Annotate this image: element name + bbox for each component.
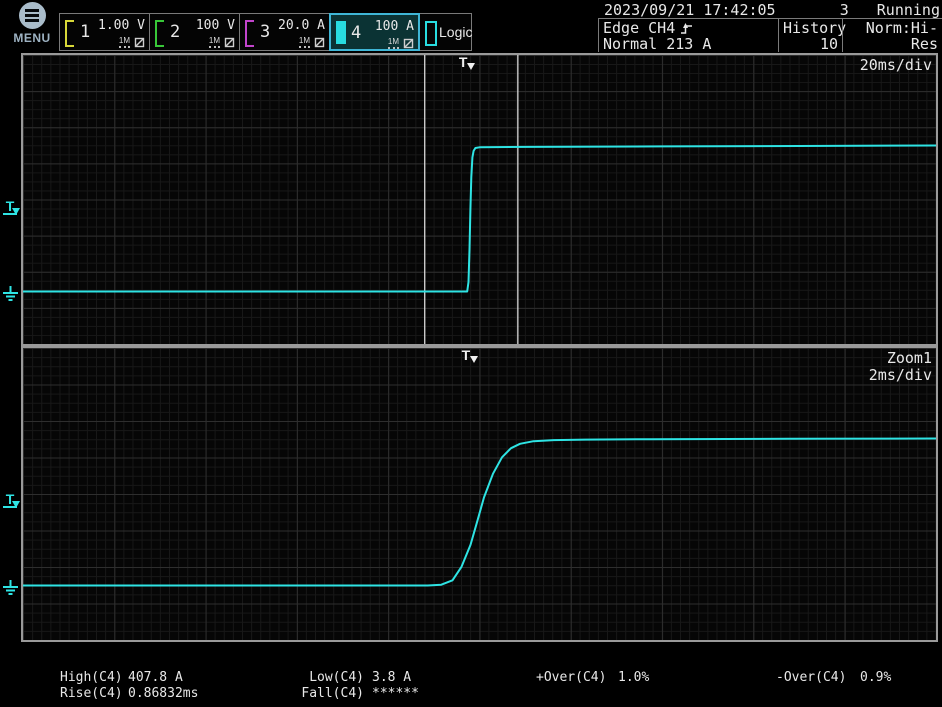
measurement-pover: +Over(C4)1.0%: [536, 670, 649, 686]
channel-1-number: 1: [80, 22, 90, 42]
channel-3-scale: 20.0 A: [278, 18, 325, 33]
impedance-1m-icon: 1M: [119, 36, 130, 48]
channel-1-color-bracket: [65, 20, 74, 47]
hamburger-icon: [19, 2, 46, 29]
zoom-title-label: Zoom1: [887, 349, 932, 367]
zoom-timebase-label: 2ms/div: [869, 366, 932, 384]
channel-3-box[interactable]: 3 20.0 A 1M: [239, 13, 330, 51]
trigger-level-marker-main[interactable]: T: [3, 200, 20, 219]
measurement-low: Low(C4)3.8 A: [296, 670, 419, 686]
record-mode: Norm:Hi-Res: [847, 20, 938, 52]
channel-4-color-bracket: [336, 21, 346, 44]
trigger-level-marker-zoom[interactable]: T: [3, 493, 20, 512]
ground-position-marker-main[interactable]: [2, 286, 19, 301]
trigger-position-marker-main[interactable]: T: [459, 54, 475, 72]
acquisition-box[interactable]: Norm:Hi-Res 12.5MS/s: [842, 19, 942, 52]
impedance-1m-icon: 1M: [299, 36, 310, 48]
main-waveform-area[interactable]: 20ms/div: [21, 53, 938, 346]
run-state: Running: [877, 1, 940, 19]
trigger-mode: Normal 213 A: [603, 36, 774, 52]
impedance-1m-icon: 1M: [388, 37, 399, 49]
rising-edge-icon: [680, 22, 693, 35]
channel-4-scale: 100 A: [375, 19, 414, 34]
logic-label: Logic: [439, 24, 472, 40]
trigger-position-marker-zoom[interactable]: T: [462, 347, 478, 365]
channel-2-scale: 100 V: [196, 18, 235, 33]
status-area: 2023/09/21 17:42:05 3 Running Edge CH4 N…: [598, 0, 942, 52]
datetime: 2023/09/21 17:42:05: [604, 1, 776, 19]
waveform-trace-ch4: [23, 439, 936, 586]
trigger-type: Edge CH4: [603, 20, 675, 36]
trigger-settings-box[interactable]: Edge CH4 Normal 213 A: [598, 19, 778, 52]
channel-bar: 1 1.00 V 1M 2 100 V 1M 3: [60, 13, 472, 51]
oscilloscope-screen: MENU 1 1.00 V 1M 2 100 V 1M: [0, 0, 942, 707]
channel-4-box[interactable]: 4 100 A 1M: [329, 13, 420, 51]
channel-2-number: 2: [170, 22, 180, 42]
channel-1-scale: 1.00 V: [98, 18, 145, 33]
measurement-high: High(C4)407.8 A: [60, 670, 198, 686]
ground-position-marker-zoom[interactable]: [2, 580, 19, 595]
main-timebase-label: 20ms/div: [860, 56, 932, 74]
logic-color-bracket: [425, 21, 437, 46]
channel-3-color-bracket: [245, 20, 254, 47]
acquisition-count: 3: [840, 1, 849, 19]
probe-icon: [403, 38, 414, 49]
measurement-rise: Rise(C4)0.86832ms: [60, 686, 198, 702]
menu-label: MENU: [7, 31, 57, 45]
logic-box[interactable]: Logic: [419, 13, 472, 51]
probe-icon: [314, 37, 325, 48]
channel-2-color-bracket: [155, 20, 164, 47]
measurement-nover: -Over(C4)0.9%: [776, 670, 891, 686]
history-box[interactable]: History 10: [778, 19, 842, 52]
impedance-1m-icon: 1M: [209, 36, 220, 48]
measurement-fall: Fall(C4)******: [296, 686, 419, 702]
history-label: History: [783, 20, 838, 36]
zoom-trace-svg: [23, 348, 936, 640]
channel-4-number: 4: [351, 23, 361, 43]
main-trace-svg: [23, 55, 936, 344]
menu-button[interactable]: MENU: [7, 2, 57, 45]
channel-1-box[interactable]: 1 1.00 V 1M: [59, 13, 150, 51]
probe-icon: [134, 37, 145, 48]
channel-2-box[interactable]: 2 100 V 1M: [149, 13, 240, 51]
zoom-waveform-area[interactable]: Zoom1 2ms/div: [21, 346, 938, 642]
channel-3-number: 3: [260, 22, 270, 42]
history-count: 10: [783, 36, 838, 52]
probe-icon: [224, 37, 235, 48]
waveform-trace-ch4: [23, 146, 936, 292]
